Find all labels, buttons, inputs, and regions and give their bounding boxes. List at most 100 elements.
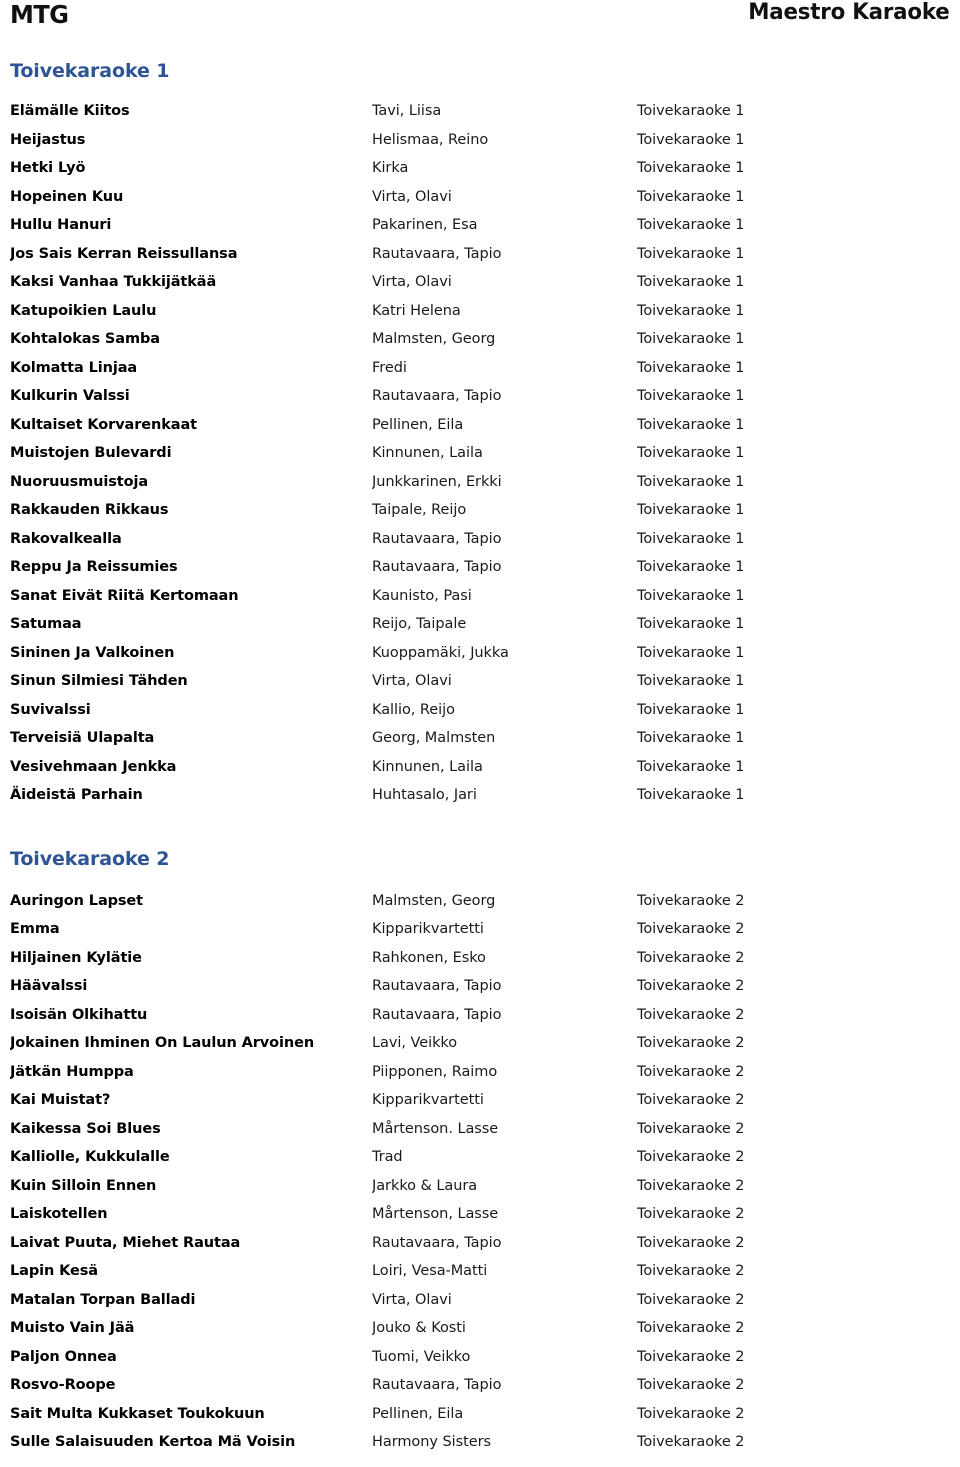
song-title-cell: Muisto Vain Jää <box>10 1320 135 1337</box>
song-title-cell: Kaksi Vanhaa Tukkijätkää <box>10 274 217 291</box>
song-title-cell: Laiskotellen <box>10 1206 108 1223</box>
section-heading: Toivekaraoke 2 <box>10 847 170 870</box>
song-title-cell: Satumaa <box>10 616 82 633</box>
song-album-cell: Toivekaraoke 2 <box>637 1263 745 1280</box>
song-title-cell: Sanat Eivät Riitä Kertomaan <box>10 587 239 604</box>
table-row: Lapin Kesä Loiri, Vesa-Matti Toivekaraoke … <box>10 1257 950 1286</box>
song-album-cell: Toivekaraoke 1 <box>637 245 745 262</box>
song-title-cell: Reppu Ja Reissumies <box>10 559 178 576</box>
table-row: Heijastus Helismaa, Reino Toivekaraoke 1 <box>10 126 950 155</box>
song-album-cell: Toivekaraoke 2 <box>637 1234 745 1251</box>
song-artist-cell: Helismaa, Reino <box>372 131 489 148</box>
table-row: Kultaiset Korvarenkaat Pellinen, Eila Toiv… <box>10 411 950 440</box>
song-artist-cell: Rautavaara, Tapio <box>372 245 502 262</box>
song-table-body: Auringon Lapset Malmsten, Georg Toivekarao… <box>10 887 950 1457</box>
table-row: Kaksi Vanhaa Tukkijätkää Virta, Olavi Toiv… <box>10 268 950 297</box>
song-artist-cell: Tuomi, Veikko <box>372 1348 471 1365</box>
song-title-cell: Katupoikien Laulu <box>10 302 157 319</box>
table-row: Elämälle Kiitos Tavi, Liisa Toivekaraoke 1 <box>10 97 950 126</box>
song-artist-cell: Kinnunen, Laila <box>372 445 483 462</box>
song-artist-cell: Virta, Olavi <box>372 188 452 205</box>
table-row: Kohtalokas Samba Malmsten, Georg Toivekara… <box>10 325 950 354</box>
song-album-cell: Toivekaraoke 1 <box>637 587 745 604</box>
song-album-cell: Toivekaraoke 1 <box>637 502 745 519</box>
document-header: MTG Maestro Karaoke <box>10 0 950 46</box>
song-title-cell: Sininen Ja Valkoinen <box>10 644 175 661</box>
section-toivekaraoke-2: Toivekaraoke 2 Auringon Lapset Malmsten, … <box>10 847 950 1457</box>
table-row: Kaikessa Soi Blues Mårtenson. Lasse Toivek… <box>10 1115 950 1144</box>
song-artist-cell: Katri Helena <box>372 302 461 319</box>
song-album-cell: Toivekaraoke 2 <box>637 1063 745 1080</box>
table-row: Sinun Silmiesi Tähden Virta, Olavi Toiveka… <box>10 667 950 696</box>
song-album-cell: Toivekaraoke 1 <box>637 673 745 690</box>
song-title-cell: Emma <box>10 921 60 938</box>
song-table: Auringon Lapset Malmsten, Georg Toivekarao… <box>10 887 950 1457</box>
table-row: Sininen Ja Valkoinen Kuoppamäki, Jukka Toi… <box>10 639 950 668</box>
song-title-cell: Heijastus <box>10 131 86 148</box>
section-toivekaraoke-1: Toivekaraoke 1 Elämälle Kiitos Tavi, Liis… <box>10 62 950 810</box>
song-artist-cell: Kipparikvartetti <box>372 1092 484 1109</box>
song-title-cell: Rakkauden Rikkaus <box>10 502 169 519</box>
song-album-cell: Toivekaraoke 1 <box>637 274 745 291</box>
song-title-cell: Paljon Onnea <box>10 1348 117 1365</box>
song-title-cell: Jätkän Humppa <box>10 1063 134 1080</box>
table-row: Isoisän Olkihattu Rautavaara, Tapio Toivek… <box>10 1001 950 1030</box>
song-artist-cell: Pellinen, Eila <box>372 416 464 433</box>
song-artist-cell: Jouko & Kosti <box>372 1320 466 1337</box>
song-artist-cell: Huhtasalo, Jari <box>372 787 477 804</box>
table-row: Laiskotellen Mårtenson, Lasse Toivekaraoke… <box>10 1200 950 1229</box>
table-row: Matalan Torpan Balladi Virta, Olavi Toivek… <box>10 1286 950 1315</box>
song-artist-cell: Loiri, Vesa-Matti <box>372 1263 488 1280</box>
song-artist-cell: Kinnunen, Laila <box>372 758 483 775</box>
song-album-cell: Toivekaraoke 1 <box>637 787 745 804</box>
song-title-cell: Kai Muistat? <box>10 1092 111 1109</box>
table-row: Vesivehmaan Jenkka Kinnunen, Laila Toiveka… <box>10 753 950 782</box>
song-title-cell: Häävalssi <box>10 978 88 995</box>
song-artist-cell: Piipponen, Raimo <box>372 1063 498 1080</box>
section-heading: Toivekaraoke 1 <box>10 60 170 82</box>
table-row: Äideistä Parhain Huhtasalo, Jari Toivekara… <box>10 781 950 810</box>
song-album-cell: Toivekaraoke 1 <box>637 302 745 319</box>
table-row: Paljon Onnea Tuomi, Veikko Toivekaraoke 2 <box>10 1343 950 1372</box>
song-artist-cell: Kuoppamäki, Jukka <box>372 644 509 661</box>
table-row: Suvivalssi Kallio, Reijo Toivekaraoke 1 <box>10 696 950 725</box>
table-row: Kai Muistat? Kipparikvartetti Toivekaraoke… <box>10 1086 950 1115</box>
song-album-cell: Toivekaraoke 1 <box>637 188 745 205</box>
song-table: Elämälle Kiitos Tavi, Liisa Toivekaraoke 1… <box>10 97 950 810</box>
song-album-cell: Toivekaraoke 1 <box>637 331 745 348</box>
table-row: Nuoruusmuistoja Junkkarinen, Erkki Toiveka… <box>10 468 950 497</box>
song-artist-cell: Virta, Olavi <box>372 274 452 291</box>
song-title-cell: Vesivehmaan Jenkka <box>10 758 177 775</box>
song-title-cell: Suvivalssi <box>10 701 91 718</box>
table-row: Terveisiä Ulapalta Georg, Malmsten Toiveka… <box>10 724 950 753</box>
song-title-cell: Kultaiset Korvarenkaat <box>10 416 197 433</box>
song-artist-cell: Pakarinen, Esa <box>372 217 478 234</box>
song-artist-cell: Jarkko & Laura <box>372 1177 478 1194</box>
song-title-cell: Kolmatta Linjaa <box>10 359 138 376</box>
song-album-cell: Toivekaraoke 1 <box>637 103 745 120</box>
table-row: Rakkauden Rikkaus Taipale, Reijo Toivekara… <box>10 496 950 525</box>
song-title-cell: Sinun Silmiesi Tähden <box>10 673 188 690</box>
song-artist-cell: Fredi <box>372 359 407 376</box>
song-artist-cell: Rautavaara, Tapio <box>372 1234 502 1251</box>
song-title-cell: Kuin Silloin Ennen <box>10 1177 157 1194</box>
song-title-cell: Lapin Kesä <box>10 1263 98 1280</box>
song-artist-cell: Virta, Olavi <box>372 673 452 690</box>
song-artist-cell: Trad <box>372 1149 403 1166</box>
song-album-cell: Toivekaraoke 1 <box>637 559 745 576</box>
song-album-cell: Toivekaraoke 2 <box>637 921 745 938</box>
table-row: Rosvo-Roope Rautavaara, Tapio Toivekaraoke… <box>10 1371 950 1400</box>
song-title-cell: Rosvo-Roope <box>10 1377 116 1394</box>
song-album-cell: Toivekaraoke 1 <box>637 416 745 433</box>
song-artist-cell: Harmony Sisters <box>372 1434 492 1451</box>
table-row: Jätkän Humppa Piipponen, Raimo Toivekaraok… <box>10 1058 950 1087</box>
song-album-cell: Toivekaraoke 1 <box>637 359 745 376</box>
song-artist-cell: Kallio, Reijo <box>372 701 455 718</box>
table-row: Emma Kipparikvartetti Toivekaraoke 2 <box>10 915 950 944</box>
table-row: Jos Sais Kerran Reissullansa Rautavaara, … <box>10 240 950 269</box>
song-album-cell: Toivekaraoke 2 <box>637 949 745 966</box>
song-artist-cell: Junkkarinen, Erkki <box>372 473 502 490</box>
table-row: Hiljainen Kylätie Rahkonen, Esko Toivekara… <box>10 944 950 973</box>
song-title-cell: Terveisiä Ulapalta <box>10 730 155 747</box>
song-album-cell: Toivekaraoke 1 <box>637 758 745 775</box>
